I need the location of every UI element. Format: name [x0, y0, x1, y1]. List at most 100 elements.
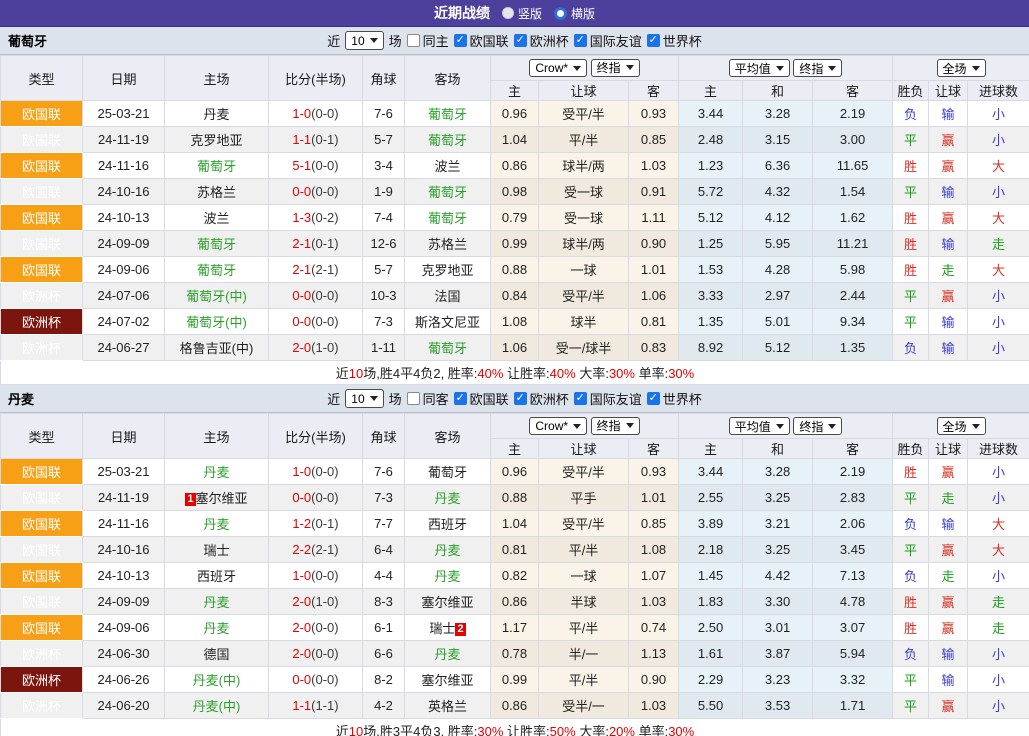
match-date: 24-06-30: [83, 641, 165, 667]
red-card-badge: 1: [185, 493, 195, 506]
odds-handicap: 平/半: [539, 667, 629, 693]
avg-home: 1.25: [679, 231, 743, 257]
result-goals: 小: [968, 459, 1029, 485]
home-team: 瑞士: [165, 537, 269, 563]
match-score: 2-2(2-1): [269, 537, 363, 563]
column-header: 主场: [165, 414, 269, 459]
competition-checkbox-3[interactable]: ✓世界杯: [647, 389, 702, 408]
match-type-badge: 欧洲杯: [1, 335, 83, 361]
corner-count: 7-3: [363, 309, 405, 335]
match-row: 欧国联24-11-191塞尔维亚0-0(0-0)7-3丹麦0.88平手1.012…: [1, 485, 1029, 511]
column-header: 日期: [83, 414, 165, 459]
away-team: 塞尔维亚: [405, 589, 491, 615]
home-team-name: 丹麦: [203, 465, 229, 480]
checkbox-checked-icon[interactable]: ✓: [574, 34, 587, 47]
stage-select-1[interactable]: 终指: [591, 59, 640, 77]
section-team-name: 丹麦: [8, 389, 34, 408]
summary-segment: 10: [349, 366, 363, 381]
bookmaker-select[interactable]: Crow*: [529, 417, 587, 435]
stage-select-2[interactable]: 终指: [793, 417, 842, 435]
competition-checkbox-2[interactable]: ✓国际友谊: [574, 31, 642, 50]
result-handicap: 赢: [929, 459, 968, 485]
radio-button-icon[interactable]: [502, 7, 514, 19]
home-team-name: 葡萄牙: [197, 263, 236, 278]
result-handicap: 赢: [929, 283, 968, 309]
away-team: 葡萄牙: [405, 179, 491, 205]
chevron-down-icon: [972, 424, 980, 429]
halftime-score: (0-0): [311, 106, 338, 121]
checkbox-checked-icon[interactable]: ✓: [647, 34, 660, 47]
match-score: 2-0(0-0): [269, 641, 363, 667]
result-handicap: 走: [929, 485, 968, 511]
avg-away: 9.34: [813, 309, 893, 335]
period-select[interactable]: 全场: [937, 417, 986, 435]
checkbox-checked-icon[interactable]: ✓: [574, 392, 587, 405]
recent-count-select[interactable]: 10: [345, 389, 383, 408]
match-type-badge: 欧洲杯: [1, 641, 83, 667]
odds-away: 1.03: [629, 589, 679, 615]
halftime-score: (1-0): [311, 594, 338, 609]
chevron-down-icon: [370, 38, 378, 43]
checkbox-unchecked-icon[interactable]: [407, 34, 420, 47]
fulltime-score: 1-0: [292, 568, 311, 583]
results-section-0: 葡萄牙近10场同主✓欧国联✓欧洲杯✓国际友谊✓世界杯类型日期主场比分(半场)角球…: [0, 27, 1029, 385]
period-select[interactable]: 全场: [937, 59, 986, 77]
checkbox-checked-icon[interactable]: ✓: [514, 34, 527, 47]
checkbox-checked-icon[interactable]: ✓: [514, 392, 527, 405]
competition-checkbox-0[interactable]: ✓欧国联: [454, 389, 509, 408]
layout-radio-vertical[interactable]: 竖版: [502, 5, 542, 22]
stage-select-1[interactable]: 终指: [591, 417, 640, 435]
column-header: 类型: [1, 414, 83, 459]
result-goals: 走: [968, 231, 1029, 257]
halftime-score: (2-1): [311, 262, 338, 277]
corner-count: 7-7: [363, 511, 405, 537]
bookmaker-select-value: Crow*: [535, 419, 568, 433]
bookmaker-select[interactable]: Crow*: [529, 59, 587, 77]
checkbox-checked-icon[interactable]: ✓: [647, 392, 660, 405]
competition-checkbox-1[interactable]: ✓欧洲杯: [514, 389, 569, 408]
competition-checkbox-2[interactable]: ✓国际友谊: [574, 389, 642, 408]
halftime-score: (0-0): [311, 288, 338, 303]
avg-home: 2.18: [679, 537, 743, 563]
avg-away: 2.19: [813, 459, 893, 485]
average-select[interactable]: 平均值: [729, 417, 790, 435]
average-select[interactable]: 平均值: [729, 59, 790, 77]
radio-button-icon[interactable]: [554, 7, 567, 20]
away-team-name: 葡萄牙: [428, 465, 467, 480]
result-handicap: 走: [929, 257, 968, 283]
home-team-name: 德国: [203, 647, 229, 662]
result-outcome: 平: [893, 485, 929, 511]
away-team: 葡萄牙: [405, 335, 491, 361]
checkbox-checked-icon[interactable]: ✓: [454, 34, 467, 47]
result-goals: 小: [968, 485, 1029, 511]
layout-radio-horizontal[interactable]: 横版: [554, 5, 595, 22]
result-outcome: 平: [893, 537, 929, 563]
avg-away: 3.32: [813, 667, 893, 693]
fulltime-score: 0-0: [292, 672, 311, 687]
same-venue-checkbox[interactable]: 同主: [407, 31, 449, 50]
recent-count-select[interactable]: 10: [345, 31, 383, 50]
competition-checkbox-0[interactable]: ✓欧国联: [454, 31, 509, 50]
corner-count: 8-2: [363, 667, 405, 693]
match-type-badge: 欧洲杯: [1, 309, 83, 335]
odds-home: 1.06: [491, 335, 539, 361]
avg-home: 1.35: [679, 309, 743, 335]
sub-column-header: 让球: [929, 81, 968, 101]
away-team-name: 斯洛文尼亚: [415, 315, 480, 330]
column-header: 角球: [363, 56, 405, 101]
result-goals: 走: [968, 615, 1029, 641]
competition-checkbox-1[interactable]: ✓欧洲杯: [514, 31, 569, 50]
match-type-badge: 欧国联: [1, 257, 83, 283]
home-team-name: 丹麦(中): [193, 673, 241, 688]
away-team-name: 葡萄牙: [428, 211, 467, 226]
same-venue-checkbox[interactable]: 同客: [407, 389, 449, 408]
avg-draw: 3.23: [743, 667, 813, 693]
odds-home: 0.86: [491, 153, 539, 179]
avg-draw: 3.53: [743, 693, 813, 719]
result-outcome: 负: [893, 101, 929, 127]
halftime-score: (0-2): [311, 210, 338, 225]
competition-checkbox-3[interactable]: ✓世界杯: [647, 31, 702, 50]
stage-select-2[interactable]: 终指: [793, 59, 842, 77]
checkbox-unchecked-icon[interactable]: [407, 392, 420, 405]
checkbox-checked-icon[interactable]: ✓: [454, 392, 467, 405]
